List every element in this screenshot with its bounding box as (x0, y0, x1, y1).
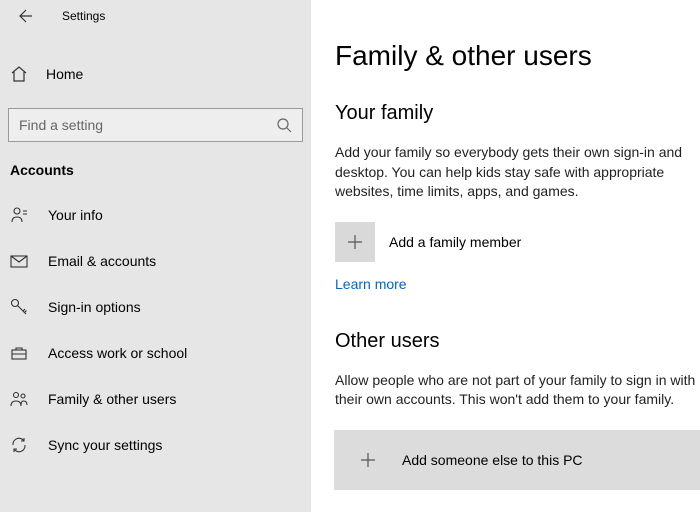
sidebar-item-work-school[interactable]: Access work or school (0, 330, 311, 376)
family-description: Add your family so everybody gets their … (335, 143, 700, 202)
add-other-label: Add someone else to this PC (402, 452, 583, 468)
plus-tile (335, 222, 375, 262)
titlebar: Settings (0, 0, 311, 32)
nav-label: Access work or school (48, 345, 187, 361)
plus-tile (348, 440, 388, 480)
nav-label: Email & accounts (48, 253, 156, 269)
sidebar-nav: Your info Email & accounts Sign-in optio… (0, 192, 311, 468)
person-icon (10, 206, 28, 224)
sidebar-item-family[interactable]: Family & other users (0, 376, 311, 422)
page-title: Family & other users (335, 40, 700, 72)
add-family-member-button[interactable]: Add a family member (335, 222, 700, 262)
sidebar-home[interactable]: Home (0, 54, 311, 94)
add-other-user-button[interactable]: Add someone else to this PC (334, 430, 700, 490)
nav-label: Family & other users (48, 391, 176, 407)
search-input[interactable] (19, 117, 276, 133)
nav-label: Sync your settings (48, 437, 162, 453)
briefcase-icon (10, 344, 28, 362)
plus-icon (346, 233, 364, 251)
main-content: Family & other users Your family Add you… (311, 0, 700, 512)
nav-label: Sign-in options (48, 299, 141, 315)
other-users-heading: Other users (335, 330, 700, 353)
sidebar: Settings Home Accounts Your info Email &… (0, 0, 311, 512)
family-heading: Your family (335, 102, 700, 125)
other-users-description: Allow people who are not part of your fa… (335, 371, 700, 410)
plus-icon (359, 451, 377, 469)
sidebar-item-signin[interactable]: Sign-in options (0, 284, 311, 330)
key-icon (10, 298, 28, 316)
learn-more-link[interactable]: Learn more (335, 276, 407, 292)
sidebar-item-email[interactable]: Email & accounts (0, 238, 311, 284)
sidebar-item-your-info[interactable]: Your info (0, 192, 311, 238)
sidebar-item-sync[interactable]: Sync your settings (0, 422, 311, 468)
back-button[interactable] (14, 4, 38, 28)
arrow-left-icon (18, 8, 34, 24)
nav-label: Your info (48, 207, 103, 223)
search-box[interactable] (8, 108, 303, 142)
sync-icon (10, 436, 28, 454)
home-label: Home (46, 66, 83, 82)
add-family-label: Add a family member (389, 234, 521, 250)
section-label: Accounts (0, 142, 311, 186)
home-icon (10, 65, 28, 83)
app-title: Settings (62, 9, 105, 23)
mail-icon (10, 252, 28, 270)
people-icon (10, 390, 28, 408)
search-icon (276, 117, 292, 133)
